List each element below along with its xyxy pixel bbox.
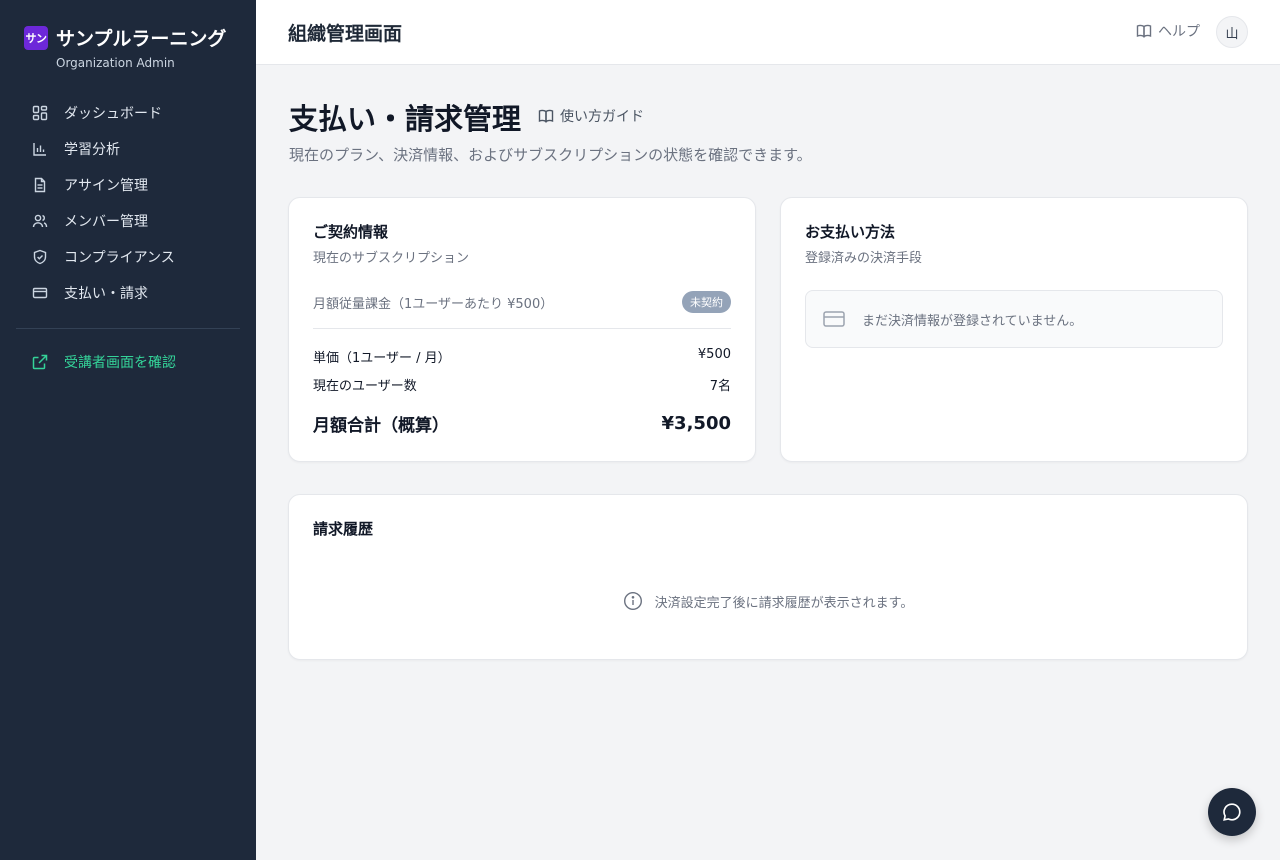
users-value: 7名 [709, 379, 731, 394]
sidebar-item-label: ダッシュボード [64, 106, 162, 122]
usage-guide-label: 使い方ガイド [560, 109, 644, 125]
sidebar-item-members[interactable]: メンバー管理 [16, 203, 240, 239]
page-title: 支払い・請求管理 [289, 102, 522, 136]
total-label: 月額合計（概算） [313, 416, 449, 436]
credit-card-icon [823, 311, 845, 327]
help-link[interactable]: ヘルプ [1136, 21, 1200, 41]
payment-method-card: お支払い方法 登録済みの決済手段 まだ決済情報が登録されていません。 [780, 197, 1248, 462]
payment-empty-state: まだ決済情報が登録されていません。 [805, 290, 1223, 348]
contract-card: ご契約情報 現在のサブスクリプション 月額従量課金（1ユーザーあたり ¥500）… [288, 197, 756, 462]
book-icon [1136, 24, 1152, 38]
sidebar-nav: ダッシュボード 学習分析 アサイン管理 メンバー管理 コンプライアンス 支払い・… [16, 95, 240, 311]
unit-price-row: 単価（1ユーザー / 月） ¥500 [313, 347, 731, 366]
plan-row: 月額従量課金（1ユーザーあたり ¥500） 未契約 [313, 291, 731, 313]
top-bar: 組織管理画面 ヘルプ 山 [256, 0, 1280, 65]
shield-icon [32, 249, 48, 265]
brand-name: サンプルラーニング [56, 28, 227, 50]
sidebar-item-label: アサイン管理 [64, 178, 148, 194]
sidebar-item-compliance[interactable]: コンプライアンス [16, 239, 240, 275]
document-icon [32, 177, 48, 193]
brand-subtitle: Organization Admin [56, 56, 175, 70]
book-icon [538, 109, 554, 123]
payment-empty-message: まだ決済情報が登録されていません。 [862, 313, 1083, 329]
contract-title: ご契約情報 [313, 223, 389, 241]
credit-card-icon [32, 285, 48, 301]
contract-divider [313, 328, 731, 329]
history-title: 請求履歴 [313, 520, 374, 538]
history-empty-message: 決済設定完了後に請求履歴が表示されます。 [654, 595, 914, 611]
sidebar-item-label: 学習分析 [64, 142, 120, 158]
payment-subtitle: 登録済みの決済手段 [805, 251, 923, 266]
users-icon [32, 213, 48, 229]
sidebar-item-assign[interactable]: アサイン管理 [16, 167, 240, 203]
total-row: 月額合計（概算） ¥3,500 [313, 411, 731, 436]
page-description: 現在のプラン、決済情報、およびサブスクリプションの状態を確認できます。 [289, 146, 812, 164]
sidebar-item-analytics[interactable]: 学習分析 [16, 131, 240, 167]
billing-history-card: 請求履歴 決済設定完了後に請求履歴が表示されます。 [288, 494, 1248, 660]
chat-button[interactable] [1208, 788, 1256, 836]
sidebar-item-label: メンバー管理 [64, 214, 148, 230]
sidebar-divider [16, 328, 240, 329]
external-link-icon [32, 354, 48, 370]
bar-chart-icon [32, 141, 48, 157]
chat-bubble-icon [1223, 803, 1241, 821]
payment-title: お支払い方法 [805, 223, 896, 241]
learner-view-label: 受講者画面を確認 [64, 355, 176, 371]
info-icon [623, 591, 642, 611]
history-empty-state: 決済設定完了後に請求履歴が表示されます。 [289, 591, 1247, 611]
avatar[interactable]: 山 [1216, 16, 1248, 48]
sidebar-item-dashboard[interactable]: ダッシュボード [16, 95, 240, 131]
sidebar-item-label: 支払い・請求 [64, 286, 148, 302]
unit-price-value: ¥500 [697, 347, 731, 362]
status-badge: 未契約 [682, 291, 731, 313]
plan-name: 月額従量課金（1ユーザーあたり ¥500） [313, 296, 554, 312]
usage-guide-link[interactable]: 使い方ガイド [538, 106, 644, 126]
help-label: ヘルプ [1158, 24, 1200, 40]
dashboard-icon [32, 105, 48, 121]
sidebar-item-label: コンプライアンス [64, 250, 175, 266]
unit-price-label: 単価（1ユーザー / 月） [313, 351, 451, 366]
learner-view-link[interactable]: 受講者画面を確認 [16, 344, 240, 380]
contract-subtitle: 現在のサブスクリプション [313, 251, 470, 266]
users-label: 現在のユーザー数 [313, 379, 417, 394]
users-row: 現在のユーザー数 7名 [313, 375, 731, 394]
header-title: 組織管理画面 [288, 23, 403, 45]
brand-logo: サン [24, 25, 48, 50]
total-value: ¥3,500 [661, 413, 731, 434]
sidebar-item-billing[interactable]: 支払い・請求 [16, 275, 240, 311]
sidebar: サン サンプルラーニング Organization Admin ダッシュボード … [0, 0, 256, 860]
brand[interactable]: サン サンプルラーニング [24, 24, 226, 51]
